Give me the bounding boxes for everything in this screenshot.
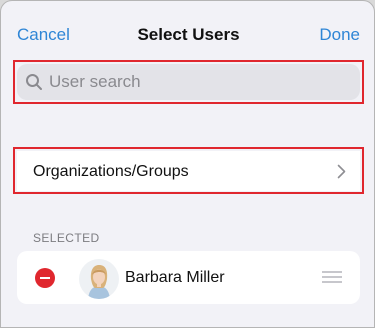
avatar-portrait-icon [79, 259, 119, 299]
reorder-handle-icon[interactable] [322, 271, 342, 284]
done-button[interactable]: Done [319, 25, 360, 45]
navigation-bar: Cancel Select Users Done [1, 1, 374, 61]
avatar [79, 259, 119, 299]
selected-user-row: Barbara Miller [17, 251, 360, 304]
search-icon [26, 74, 42, 90]
chevron-right-icon [337, 164, 346, 179]
organizations-groups-row[interactable]: Organizations/Groups [17, 151, 360, 191]
cancel-button[interactable]: Cancel [17, 25, 70, 45]
select-users-sheet: Cancel Select Users Done Organizations/G… [0, 0, 375, 328]
organizations-groups-label: Organizations/Groups [33, 163, 189, 180]
user-name: Barbara Miller [125, 269, 225, 286]
search-bar[interactable] [17, 64, 360, 100]
search-input[interactable] [49, 64, 349, 100]
selected-section-header: SELECTED [33, 231, 100, 245]
remove-minus-icon[interactable] [35, 268, 55, 288]
